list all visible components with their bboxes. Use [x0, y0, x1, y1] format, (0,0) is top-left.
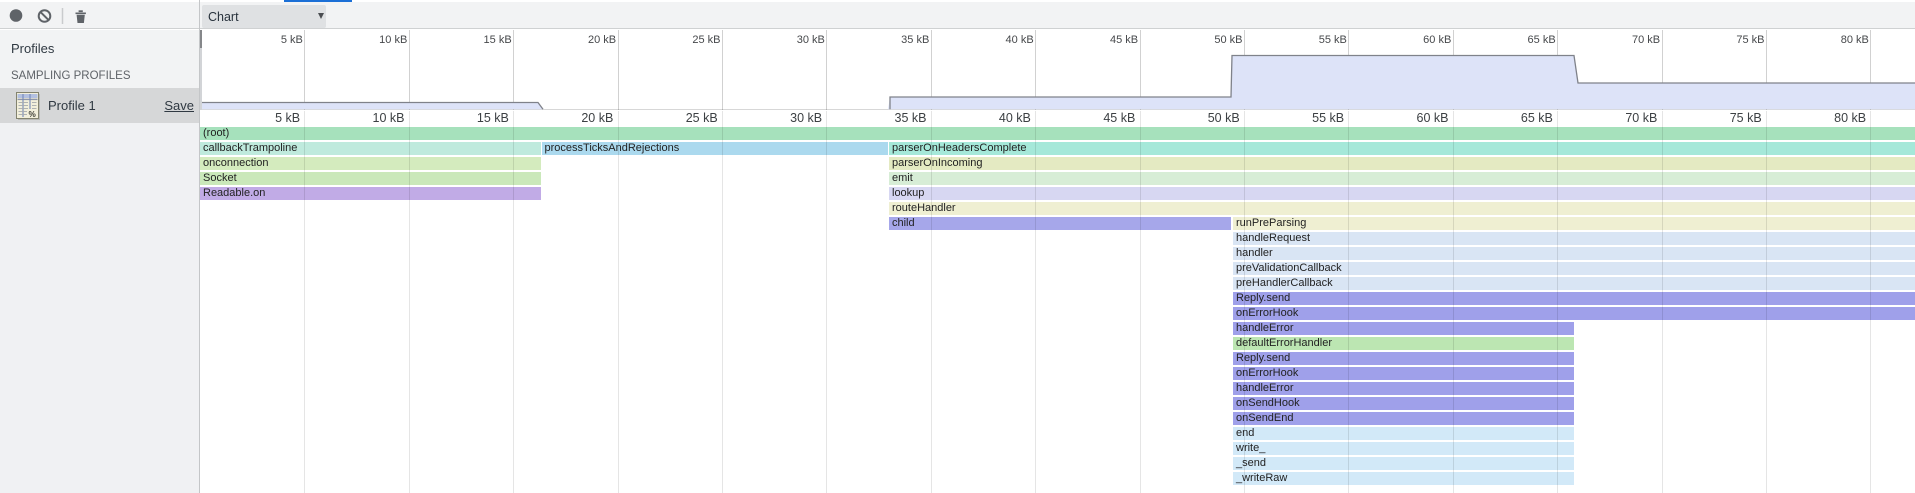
svg-text:%: % [29, 110, 37, 119]
